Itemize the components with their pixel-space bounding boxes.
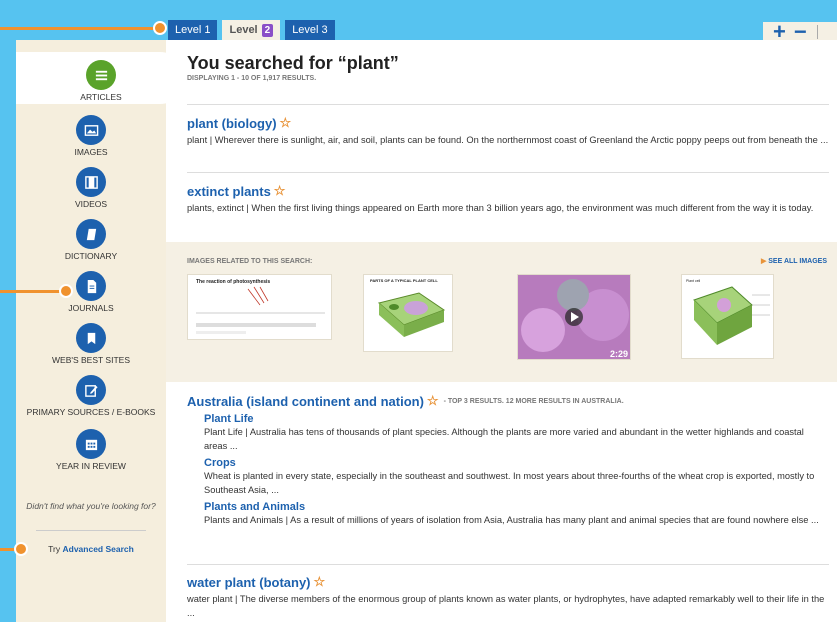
help-note: Didn't find what you're looking for?	[26, 501, 156, 511]
sub-result-title-link[interactable]: Plant Life	[204, 413, 829, 425]
page-title: You searched for “plant”	[187, 53, 399, 73]
sub-result-snippet: Plants and Animals | As a result of mill…	[204, 515, 819, 525]
see-all-images-link[interactable]: ▶ SEE ALL IMAGES	[761, 257, 827, 265]
sub-result: Plants and Animals Plants and Animals | …	[204, 501, 829, 527]
image-icon	[76, 115, 106, 145]
sub-result-title-link[interactable]: Plants and Animals	[204, 501, 829, 513]
result-title-link[interactable]: water plant (botany)	[187, 575, 311, 590]
star-icon[interactable]: ☆	[274, 183, 286, 199]
sidebar-item-web-best-sites[interactable]: WEB'S BEST SITES	[16, 323, 166, 366]
result-item: plant (biology) ☆ plant | Wherever there …	[187, 115, 829, 147]
level-tabs: Level 1 Level 2 Level 3	[168, 20, 335, 40]
image-thumbnail-plant-cell-diagram[interactable]: Plant cell	[681, 274, 774, 359]
sub-result-snippet: Plant Life | Australia has tens of thous…	[204, 427, 804, 451]
tab-level-3[interactable]: Level 3	[285, 20, 335, 40]
images-label: IMAGES RELATED TO THIS SEARCH:	[187, 258, 313, 265]
list-icon	[86, 60, 116, 90]
zoom-out-button[interactable]: −	[794, 21, 807, 43]
result-item: water plant (botany) ☆ water plant | The …	[187, 574, 829, 620]
related-images: IMAGES RELATED TO THIS SEARCH: ▶ SEE ALL…	[166, 242, 837, 382]
thumbnail-caption: PARTS OF A TYPICAL PLANT CELL	[370, 278, 438, 283]
book-icon	[76, 219, 106, 249]
divider	[36, 530, 146, 531]
divider	[187, 104, 829, 105]
sidebar-item-articles[interactable]: ARTICLES	[16, 52, 186, 104]
sub-result-snippet: Wheat is planted in every state, especia…	[204, 471, 815, 495]
divider	[187, 172, 829, 173]
result-title-link[interactable]: plant (biology)	[187, 116, 277, 131]
divider	[187, 564, 829, 565]
result-meta: - TOP 3 RESULTS. 12 MORE RESULTS IN AUST…	[443, 397, 624, 405]
tab-level-1[interactable]: Level 1	[168, 20, 218, 40]
annotation-dot-advanced	[14, 542, 28, 556]
annotation-dot-top	[153, 21, 167, 35]
result-title-link[interactable]: extinct plants	[187, 184, 271, 199]
result-snippet: plants, extinct | When the first living …	[187, 203, 814, 213]
zoom-controls: + −	[763, 21, 837, 43]
results-panel: You searched for “plant” DISPLAYING 1 - …	[166, 40, 837, 622]
sidebar: ARTICLES IMAGES VIDEOS DICTIONARY JOURNA…	[16, 40, 186, 622]
annotation-dot-journals	[59, 284, 73, 298]
sub-result: Plant Life Plant Life | Australia has te…	[204, 413, 829, 453]
result-snippet: water plant | The diverse members of the…	[187, 594, 825, 618]
star-icon[interactable]: ☆	[314, 574, 326, 590]
sub-result-title-link[interactable]: Crops	[204, 457, 829, 469]
video-duration: 2:29	[610, 349, 628, 359]
result-title-link[interactable]: Australia (island continent and nation)	[187, 394, 424, 409]
video-thumbnail[interactable]: 2:29	[517, 274, 631, 360]
edit-icon	[76, 375, 106, 405]
sidebar-item-year-in-review[interactable]: YEAR IN REVIEW	[16, 429, 166, 472]
annotation-line-top	[0, 27, 162, 30]
sidebar-item-videos[interactable]: VIDEOS	[16, 167, 166, 210]
calendar-icon	[76, 429, 106, 459]
sidebar-item-primary-sources[interactable]: PRIMARY SOURCES / E-BOOKS	[16, 375, 166, 418]
sub-result: Crops Wheat is planted in every state, e…	[204, 457, 829, 497]
result-snippet: plant | Wherever there is sunlight, air,…	[187, 135, 829, 145]
result-item: extinct plants ☆ plants, extinct | When t…	[187, 183, 829, 215]
bookmark-icon	[76, 323, 106, 353]
film-icon	[76, 167, 106, 197]
thumbnail-caption: The reaction of photosynthesis	[196, 279, 270, 285]
sidebar-item-dictionary[interactable]: DICTIONARY	[16, 219, 166, 262]
divider	[816, 25, 818, 39]
sidebar-item-images[interactable]: IMAGES	[16, 115, 166, 158]
results-count: DISPLAYING 1 - 10 OF 1,917 RESULTS.	[187, 75, 317, 82]
advanced-search-row: Try Advanced Search	[48, 544, 134, 554]
image-thumbnail-plant-cell[interactable]: PARTS OF A TYPICAL PLANT CELL	[363, 274, 453, 352]
thumbnail-caption: Plant cell	[686, 279, 700, 283]
annotation-line-journals	[0, 290, 66, 293]
document-icon	[76, 271, 106, 301]
star-icon[interactable]: ☆	[280, 115, 292, 131]
result-item: Australia (island continent and nation) …	[187, 393, 829, 527]
level-badge: 2	[261, 23, 274, 37]
tab-level-2[interactable]: Level 2	[222, 20, 281, 40]
advanced-search-link[interactable]: Advanced Search	[63, 544, 134, 554]
star-icon[interactable]: ☆	[427, 393, 439, 409]
zoom-in-button[interactable]: +	[773, 21, 786, 43]
image-thumbnail-photosynthesis[interactable]: The reaction of photosynthesis	[187, 274, 332, 340]
